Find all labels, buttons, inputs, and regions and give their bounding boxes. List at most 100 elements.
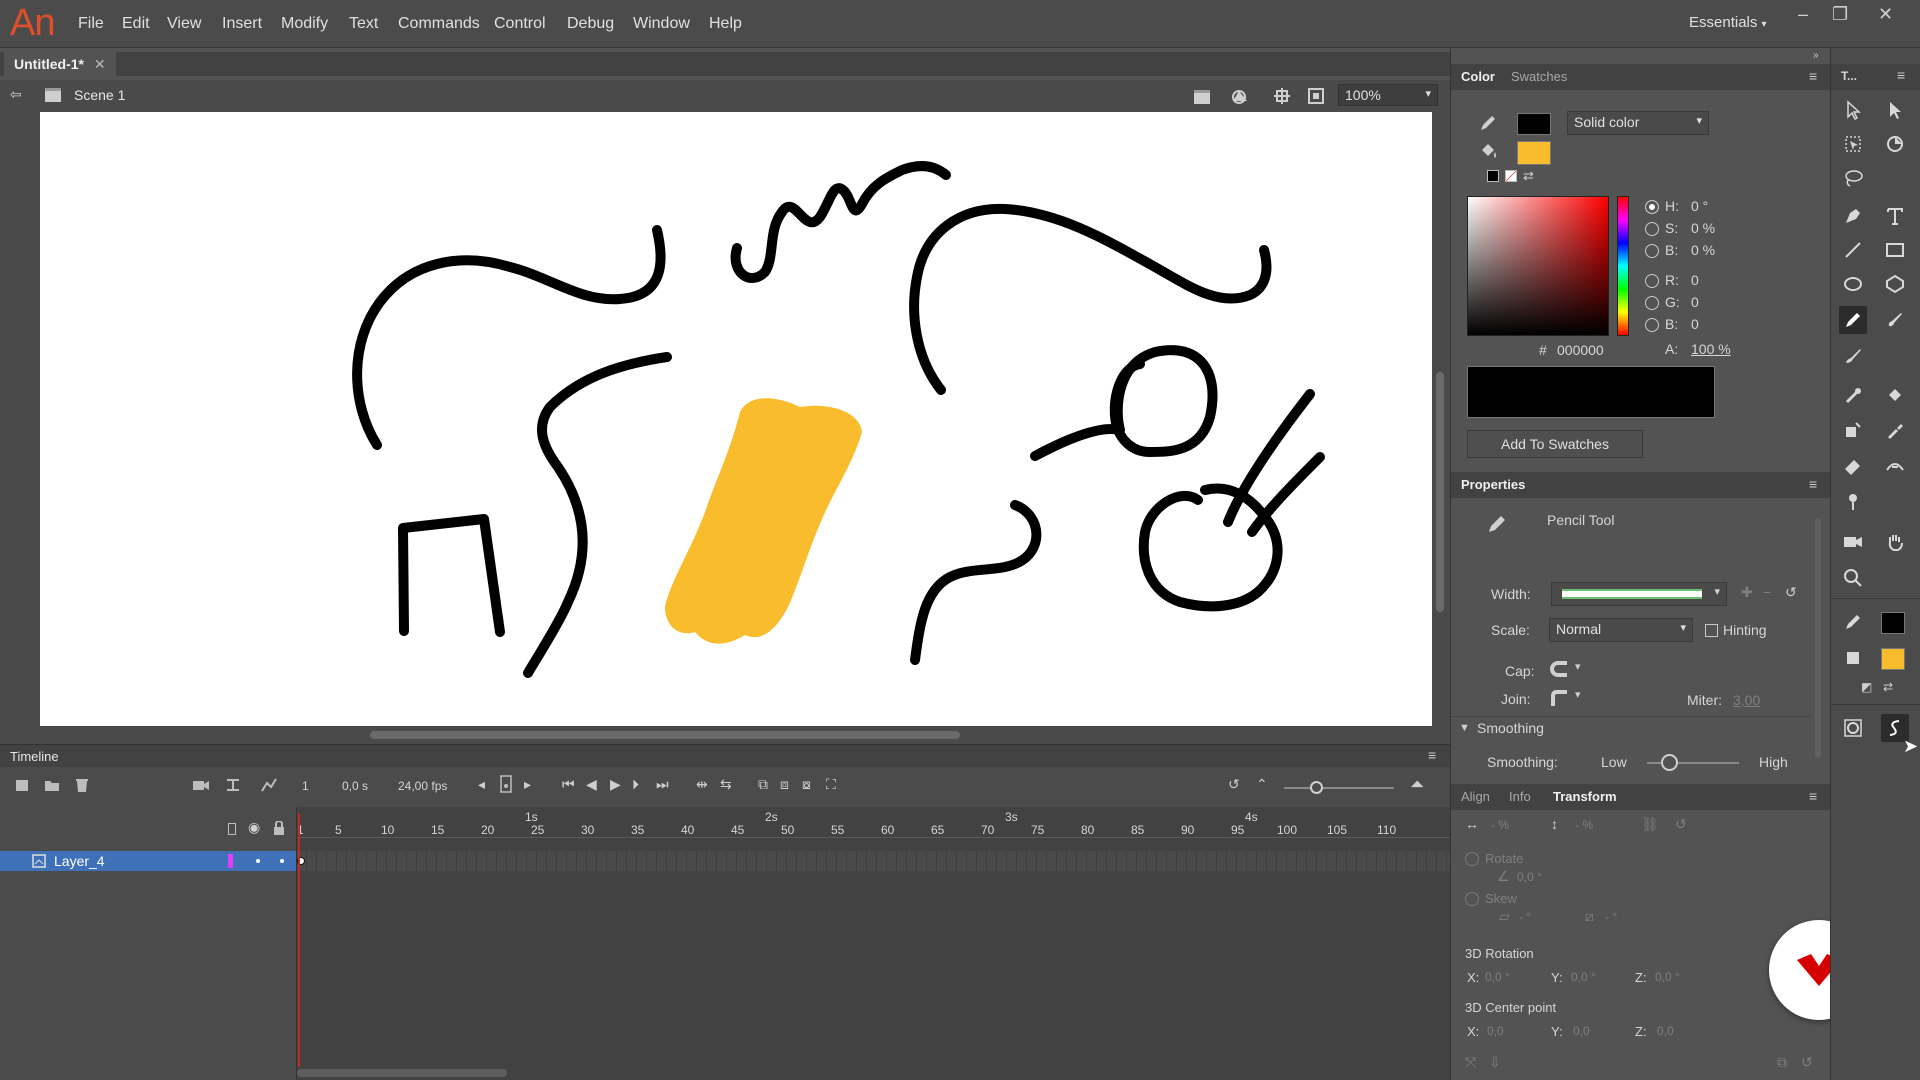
current-frame[interactable]: 1: [302, 779, 309, 793]
paint-brush-tool-icon[interactable]: [1881, 306, 1909, 334]
vertical-scrollbar[interactable]: [1436, 372, 1444, 612]
paint-bucket-icon[interactable]: [1477, 140, 1499, 165]
fill-color-swatch[interactable]: [1517, 141, 1551, 165]
pen-tool-icon[interactable]: [1839, 202, 1867, 230]
paint-bucket-tool-icon[interactable]: [1881, 382, 1909, 410]
radio-s[interactable]: [1645, 222, 1659, 236]
text-tool-icon[interactable]: [1881, 202, 1909, 230]
document-tab[interactable]: Untitled-1* ✕: [4, 52, 116, 76]
layer4-frames-row[interactable]: [297, 851, 1451, 871]
camera-icon[interactable]: [192, 777, 210, 796]
restore-icon[interactable]: ❐: [1832, 4, 1848, 25]
reset-width-icon[interactable]: ↺: [1785, 584, 1797, 601]
width-tool-icon[interactable]: [1881, 452, 1909, 480]
menu-insert[interactable]: Insert: [222, 15, 262, 33]
stroke-color-swatch[interactable]: [1517, 113, 1551, 135]
rotate-value[interactable]: 0,0 °: [1517, 870, 1542, 884]
close-icon[interactable]: ✕: [1878, 4, 1893, 25]
layer-parenting-icon[interactable]: [224, 777, 242, 796]
graph-icon[interactable]: [260, 777, 278, 796]
hue-slider[interactable]: [1617, 196, 1629, 336]
hex-value[interactable]: 000000: [1557, 342, 1604, 358]
default-colors-icon[interactable]: ◩: [1861, 680, 1872, 694]
black-white-icon[interactable]: [1487, 170, 1499, 182]
stroke-circle[interactable]: [1138, 483, 1283, 612]
radio-b[interactable]: [1645, 244, 1659, 258]
pencil-tool-icon[interactable]: [1839, 306, 1867, 334]
menu-edit[interactable]: Edit: [122, 15, 150, 33]
menu-modify[interactable]: Modify: [281, 15, 328, 33]
menu-window[interactable]: Window: [633, 15, 690, 33]
center-x-value[interactable]: 0,0: [1487, 1024, 1504, 1038]
line-tool-icon[interactable]: [1839, 236, 1867, 264]
delete-layer-icon[interactable]: [74, 777, 90, 796]
duplicate-transform-icon[interactable]: ⧉: [1777, 1054, 1787, 1071]
smoothing-slider-thumb[interactable]: [1661, 754, 1678, 771]
rectangle-tool-icon[interactable]: [1881, 236, 1909, 264]
lock-icon[interactable]: [272, 820, 286, 838]
frame-size-slider-thumb[interactable]: [1310, 781, 1323, 794]
cap-round-icon[interactable]: [1549, 660, 1569, 681]
stroke-line-1[interactable]: [1223, 389, 1315, 527]
toolbar-fill-swatch[interactable]: [1881, 648, 1905, 670]
hinting-checkbox[interactable]: [1705, 624, 1718, 637]
alpha-value[interactable]: 100 %: [1691, 341, 1731, 357]
playhead[interactable]: [298, 813, 300, 1067]
tab-info[interactable]: Info: [1509, 789, 1531, 804]
rot-y-value[interactable]: 0,0 °: [1571, 970, 1596, 984]
close-tab-icon[interactable]: ✕: [94, 56, 106, 72]
blue-value[interactable]: 0: [1691, 316, 1699, 332]
chevron-down-icon[interactable]: ▾: [1575, 688, 1581, 701]
stroke-wave[interactable]: [909, 203, 1272, 395]
stage-canvas[interactable]: [40, 112, 1432, 726]
first-frame-icon[interactable]: ⏮: [562, 776, 575, 793]
panel-menu-icon[interactable]: ≡: [1428, 747, 1436, 763]
stroke-width-dropdown[interactable]: ▾: [1551, 582, 1727, 606]
layer-name[interactable]: Layer_4: [54, 853, 105, 869]
radio-g[interactable]: [1645, 296, 1659, 310]
new-folder-icon[interactable]: [44, 777, 60, 796]
menu-view[interactable]: View: [167, 15, 201, 33]
constrain-link-icon[interactable]: ⛓: [1641, 816, 1659, 833]
center-stage-icon[interactable]: [1272, 86, 1292, 109]
outline-toggle-icon[interactable]: [228, 823, 236, 835]
next-keyframe-icon[interactable]: ▸: [524, 776, 531, 793]
onion-skin-icon[interactable]: ⧉: [758, 776, 768, 793]
rotate-radio[interactable]: [1465, 852, 1479, 866]
radio-h[interactable]: [1645, 200, 1659, 214]
stroke-frame[interactable]: [398, 514, 505, 637]
minimize-icon[interactable]: –: [1798, 4, 1808, 25]
visibility-dot[interactable]: [256, 859, 260, 863]
current-time[interactable]: 0,0 s: [342, 779, 368, 793]
add-to-swatches-button[interactable]: Add To Swatches: [1467, 430, 1643, 458]
miter-value[interactable]: 3,00: [1733, 692, 1760, 708]
visibility-eye-icon[interactable]: ◉: [248, 819, 260, 836]
tab-swatches[interactable]: Swatches: [1511, 69, 1567, 84]
h-value[interactable]: 0 °: [1691, 198, 1708, 214]
center-frame-icon[interactable]: ⇆: [720, 776, 732, 793]
panel-menu-icon[interactable]: ≡: [1897, 67, 1905, 83]
onion-outline-icon[interactable]: ⧈: [780, 776, 789, 793]
bone-tool-icon[interactable]: [1839, 382, 1867, 410]
panel-menu-icon[interactable]: ≡: [1809, 476, 1817, 492]
zoom-tool-icon[interactable]: [1839, 564, 1867, 592]
menu-text[interactable]: Text: [349, 15, 378, 33]
s-value[interactable]: 0 %: [1691, 220, 1715, 236]
stroke-curve[interactable]: [523, 352, 672, 678]
g-value[interactable]: 0: [1691, 294, 1699, 310]
lock-dot[interactable]: [280, 859, 284, 863]
collapse-panels-icon[interactable]: »: [1813, 50, 1819, 61]
stroke-squiggle[interactable]: [730, 161, 951, 283]
hand-tool-icon[interactable]: [1881, 528, 1909, 556]
join-round-icon[interactable]: [1549, 688, 1569, 709]
menu-help[interactable]: Help: [709, 15, 742, 33]
frame-size-slider[interactable]: [1284, 787, 1394, 789]
play-icon[interactable]: ▶: [610, 776, 621, 793]
rot-x-value[interactable]: 0,0 °: [1485, 970, 1510, 984]
last-frame-icon[interactable]: ⏭: [656, 776, 669, 793]
skew-vertical-value[interactable]: - °: [1605, 910, 1617, 924]
clip-content-icon[interactable]: [1306, 86, 1326, 109]
stroke-arch[interactable]: [352, 225, 666, 450]
stroke-color-icon[interactable]: [1839, 608, 1867, 636]
reset-3d-icon[interactable]: ⤧: [1465, 1054, 1476, 1071]
